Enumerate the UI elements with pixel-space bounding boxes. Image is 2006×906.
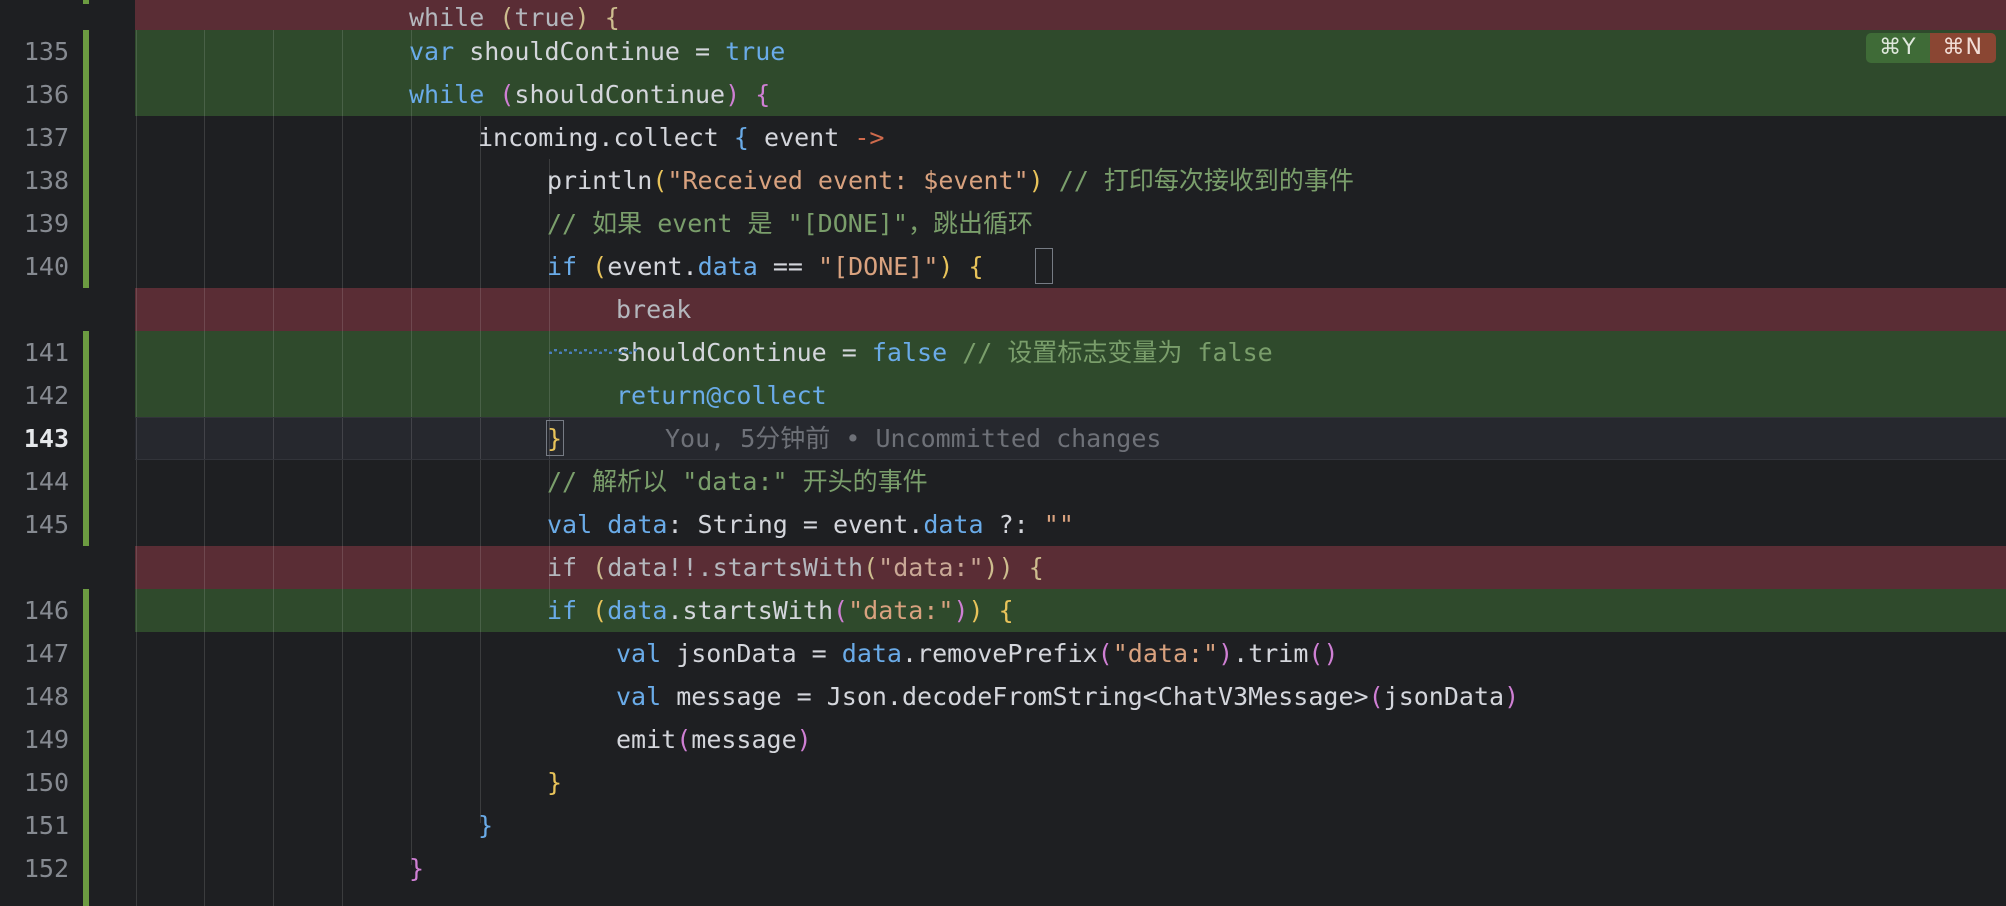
- code-line-138[interactable]: 138 println("Received event: $event") //…: [0, 159, 2006, 354]
- code-text: break: [616, 295, 692, 324]
- code-text: return@collect: [616, 381, 827, 410]
- line-gutter[interactable]: 139: [0, 202, 135, 245]
- line-number: 142: [23, 381, 69, 410]
- line-number: 148: [23, 682, 69, 711]
- code-text: if (data!!.startsWith("data:")) {: [547, 553, 1044, 582]
- line-number: 144: [23, 467, 69, 496]
- line-gutter[interactable]: [0, 546, 135, 589]
- line-number: 146: [23, 596, 69, 625]
- code-line-145[interactable]: 145 val data: String = event.data ?: "": [0, 503, 2006, 546]
- line-gutter[interactable]: 152: [0, 847, 135, 890]
- line-number: 137: [23, 123, 69, 152]
- code-line-147[interactable]: 147 val jsonData = data.removePrefix("da…: [0, 632, 2006, 675]
- code-text: }: [409, 854, 425, 883]
- diff-navigation-badges[interactable]: ⌘Y ⌘N: [1866, 33, 1996, 63]
- line-gutter[interactable]: 136: [0, 73, 135, 116]
- line-gutter[interactable]: 144: [0, 460, 135, 503]
- code-line-143[interactable]: 143 } You, 5分钟前 • Uncommitted changes: [0, 417, 2006, 460]
- vcs-change-bar[interactable]: [83, 589, 89, 906]
- line-gutter[interactable]: 151: [0, 804, 135, 847]
- line-gutter[interactable]: 146: [0, 589, 135, 632]
- line-number: 138: [23, 166, 69, 195]
- line-gutter[interactable]: 149: [0, 718, 135, 761]
- line-number: 139: [23, 209, 69, 238]
- line-gutter[interactable]: 137: [0, 116, 135, 159]
- line-gutter[interactable]: 148: [0, 675, 135, 718]
- line-gutter[interactable]: 143: [0, 417, 135, 460]
- diff-added-background: [135, 589, 2006, 632]
- inline-git-blame: You, 5分钟前 • Uncommitted changes: [665, 424, 1162, 453]
- code-line-142[interactable]: 142 return@collect: [0, 374, 2006, 417]
- line-gutter[interactable]: 135: [0, 30, 135, 73]
- line-number: 149: [23, 725, 69, 754]
- code-line-150[interactable]: 150 }: [0, 761, 2006, 804]
- diff-added-background: [135, 374, 2006, 417]
- line-number: 152: [23, 854, 69, 883]
- diff-deleted-background: [135, 546, 2006, 589]
- line-gutter[interactable]: 138: [0, 159, 135, 202]
- line-number: 140: [23, 252, 69, 281]
- line-gutter[interactable]: 141: [0, 331, 135, 374]
- code-text: incoming.collect { event ->: [478, 123, 885, 152]
- code-text: }: [547, 424, 563, 453]
- code-text: // 如果 event 是 "[DONE]"，跳出循环: [547, 209, 1033, 238]
- code-line-139[interactable]: 139 // 如果 event 是 "[DONE]"，跳出循环: [0, 202, 2006, 245]
- code-text: if (event.data == "[DONE]") {: [547, 252, 984, 281]
- code-text: }: [547, 768, 563, 797]
- code-line-144[interactable]: 144 // 解析以 "data:" 开头的事件: [0, 460, 2006, 503]
- line-number: 151: [23, 811, 69, 840]
- code-line-146[interactable]: 146 if (data.startsWith("data:")) {: [0, 589, 2006, 632]
- code-line-135[interactable]: 135 var shouldContinue = true: [0, 30, 2006, 73]
- diff-deleted-background: [135, 288, 2006, 331]
- code-line-136[interactable]: 136 while (shouldContinue) {: [0, 73, 2006, 116]
- code-text: shouldContinue = false // 设置标志变量为 false: [616, 338, 1273, 367]
- line-number: 150: [23, 768, 69, 797]
- code-text: val jsonData = data.removePrefix("data:"…: [616, 639, 1339, 668]
- line-number: 141: [23, 338, 69, 367]
- spellcheck-squiggle-icon: [548, 349, 639, 354]
- line-gutter[interactable]: 150: [0, 761, 135, 804]
- code-editor-diff-view[interactable]: while (true) { 135 var shouldContinue = …: [0, 0, 2006, 906]
- code-text: }: [478, 811, 494, 840]
- code-line-deleted[interactable]: if (data!!.startsWith("data:")) {: [0, 546, 2006, 589]
- vcs-change-bar[interactable]: [83, 0, 89, 4]
- code-line-151[interactable]: 151 }: [0, 804, 2006, 847]
- code-text: // 解析以 "data:" 开头的事件: [547, 467, 928, 496]
- code-text: if (data.startsWith("data:")) {: [547, 596, 1014, 625]
- previous-change-button[interactable]: ⌘Y: [1866, 33, 1930, 63]
- line-number: 136: [23, 80, 69, 109]
- line-gutter[interactable]: 145: [0, 503, 135, 546]
- line-gutter[interactable]: 140: [0, 245, 135, 288]
- line-number: 147: [23, 639, 69, 668]
- code-line-137[interactable]: 137 incoming.collect { event ->: [0, 116, 2006, 159]
- line-number: 135: [23, 37, 69, 66]
- code-text: val data: String = event.data ?: "": [547, 510, 1074, 539]
- line-gutter[interactable]: 147: [0, 632, 135, 675]
- code-line-152[interactable]: 152 }: [0, 847, 2006, 890]
- code-text: while (shouldContinue) {: [409, 80, 771, 109]
- code-text: val message = Json.decodeFromString<Chat…: [616, 682, 1520, 711]
- code-line-140[interactable]: 140 if (event.data == "[DONE]") {: [0, 245, 2006, 288]
- line-gutter[interactable]: 142: [0, 374, 135, 417]
- code-text: println("Received event: $event") // 打印每…: [547, 166, 1354, 195]
- line-number-current: 143: [23, 424, 69, 453]
- vcs-change-bar[interactable]: [83, 331, 89, 546]
- line-number: 145: [23, 510, 69, 539]
- code-line-deleted[interactable]: break: [0, 288, 2006, 331]
- code-line-141[interactable]: 141 shouldContinue = false // 设置标志变量为 fa…: [0, 331, 2006, 374]
- next-change-button[interactable]: ⌘N: [1929, 33, 1996, 63]
- code-line-148[interactable]: 148 val message = Json.decodeFromString<…: [0, 675, 2006, 718]
- code-text: emit(message): [616, 725, 812, 754]
- code-line-149[interactable]: 149 emit(message): [0, 718, 2006, 761]
- line-gutter[interactable]: [0, 288, 135, 331]
- vcs-change-bar[interactable]: [83, 30, 89, 288]
- code-text: var shouldContinue = true: [409, 37, 786, 66]
